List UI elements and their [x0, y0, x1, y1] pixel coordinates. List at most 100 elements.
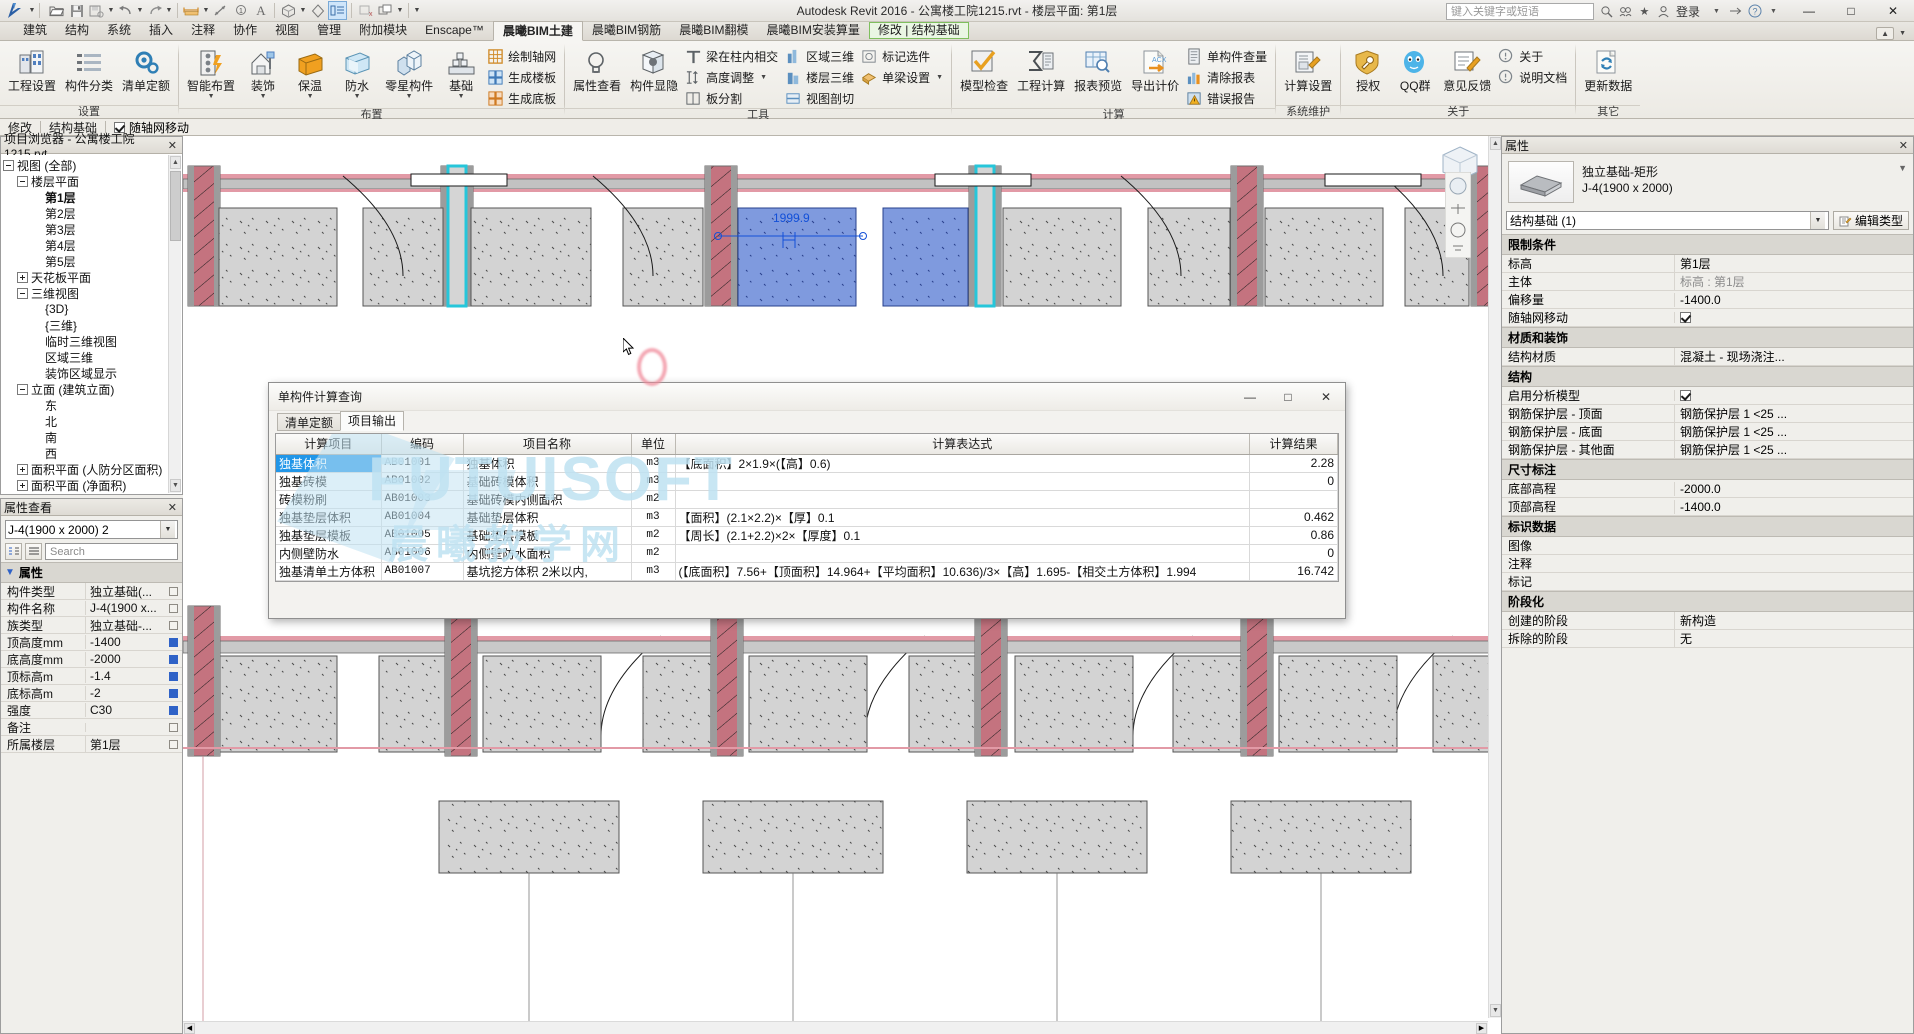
ribbon-tab-5[interactable]: 协作	[224, 21, 266, 40]
save-icon[interactable]	[67, 1, 86, 20]
column-header-5[interactable]: 计算结果	[1250, 434, 1338, 454]
component-property-row[interactable]: 族类型独立基础-...	[1, 617, 182, 634]
ribbon-button-component-classify[interactable]: 构件分类	[61, 45, 117, 93]
dialog-minimize-button[interactable]: —	[1231, 383, 1269, 411]
collapse-node-icon[interactable]	[17, 176, 28, 187]
ribbon-button-misc-component[interactable]: 零星构件▼	[381, 45, 437, 100]
table-row[interactable]: 独基清单土方体积AB01007基坑挖方体积 2米以内,m3(【底面积】7.56+…	[276, 562, 1338, 580]
contextual-tab-modify-structural-foundation[interactable]: 修改 | 结构基础	[869, 22, 969, 39]
parameter-override-icon[interactable]	[169, 672, 178, 681]
cell-unit[interactable]: m2	[631, 490, 675, 508]
ribbon-tab-8[interactable]: 附加模块	[350, 21, 416, 40]
ribbon-button-export-pricing[interactable]: ACX导出计价	[1127, 45, 1183, 93]
chevron-down-icon[interactable]: ▼	[260, 93, 267, 100]
project-browser-tree[interactable]: 视图 (全部)楼层平面第1层第2层第3层第4层第5层天花板平面三维视图{3D}{…	[1, 155, 182, 494]
chevron-down-icon[interactable]: ▼	[936, 74, 943, 81]
cell-item[interactable]: 独基清单土方体积	[276, 562, 381, 580]
cell-code[interactable]: AB01004	[381, 508, 463, 526]
property-row[interactable]: 启用分析模型	[1502, 387, 1913, 405]
collapse-node-icon[interactable]	[17, 288, 28, 299]
tree-item-18[interactable]: 西	[3, 445, 182, 461]
tree-item-7[interactable]: 天花板平面	[3, 269, 182, 285]
component-type-combo[interactable]: J-4(1900 x 2000) 2 ▼	[5, 520, 178, 539]
cell-unit[interactable]: m2	[631, 526, 675, 544]
component-property-row[interactable]: 强度C30	[1, 702, 182, 719]
expand-node-icon[interactable]	[17, 480, 28, 491]
ribbon-button-license[interactable]: 授权	[1345, 45, 1391, 93]
component-property-row[interactable]: 顶标高m-1.4	[1, 668, 182, 685]
parameter-box-icon[interactable]	[169, 604, 178, 613]
scroll-thumb[interactable]	[170, 171, 181, 241]
parameter-override-icon[interactable]	[169, 706, 178, 715]
chevron-down-icon[interactable]: ▼	[406, 93, 413, 100]
ribbon-button-height-adjust[interactable]: 高度调整▼	[683, 67, 782, 87]
property-row[interactable]: 钢筋保护层 - 顶面钢筋保护层 1 <25 ...	[1502, 405, 1913, 423]
ribbon-button-single-beam-setting[interactable]: 单梁设置▼	[859, 67, 947, 87]
parameter-override-icon[interactable]	[169, 638, 178, 647]
scroll-up-arrow-icon[interactable]: ▲	[170, 156, 181, 169]
cell-name[interactable]: 基础砖模内侧面积	[463, 490, 631, 508]
single-component-query-dialog[interactable]: 单构件计算查询 — □ ✕ 清单定额项目输出 FUTUISOFT 晨曦教学网 计…	[268, 382, 1346, 619]
parameter-box-icon[interactable]	[169, 621, 178, 630]
ribbon-tab-1[interactable]: 结构	[56, 21, 98, 40]
property-value-cell[interactable]: 独立基础-...	[85, 617, 182, 634]
calculation-grid-container[interactable]: FUTUISOFT 晨曦教学网 计算项目编码项目名称单位计算表达式计算结果 独基…	[275, 433, 1339, 582]
scroll-left-arrow-icon[interactable]: ◀	[184, 1023, 195, 1034]
cell-name[interactable]: 回填体积	[463, 580, 631, 582]
ribbon-button-project-settings[interactable]: 工程设置	[4, 45, 60, 93]
property-row[interactable]: 钢筋保护层 - 其他面钢筋保护层 1 <25 ...	[1502, 441, 1913, 459]
property-row[interactable]: 顶部高程-1400.0	[1502, 498, 1913, 516]
ribbon-tab-13[interactable]: 晨曦BIM安装算量	[758, 21, 869, 40]
column-header-4[interactable]: 计算表达式	[675, 434, 1250, 454]
property-value-cell[interactable]: 无	[1674, 630, 1913, 647]
collapse-node-icon[interactable]	[17, 384, 28, 395]
property-value-cell[interactable]: 第1层	[85, 736, 182, 753]
cell-expression[interactable]: 【底面积】2×1.9×(【高】0.6)	[675, 454, 1250, 472]
properties-expand-icon[interactable]: ▼	[1898, 161, 1907, 173]
cell-code[interactable]: AB01006	[381, 544, 463, 562]
property-value-cell[interactable]: -1400.0	[1674, 293, 1913, 307]
scroll-down-arrow-icon[interactable]: ▼	[170, 479, 181, 492]
ribbon-button-about[interactable]: 关于	[1496, 46, 1571, 66]
tree-item-11[interactable]: 临时三维视图	[3, 333, 182, 349]
ribbon-tab-6[interactable]: 视图	[266, 21, 308, 40]
property-row[interactable]: 底部高程-2000.0	[1502, 480, 1913, 498]
chevron-down-icon[interactable]: ▼	[307, 93, 314, 100]
parameter-box-icon[interactable]	[169, 740, 178, 749]
cell-name[interactable]: 基础砖模体积	[463, 472, 631, 490]
tree-item-10[interactable]: {三维}	[3, 317, 182, 333]
parameter-override-icon[interactable]	[169, 689, 178, 698]
dialog-close-button[interactable]: ✕	[1307, 383, 1345, 411]
cell-result[interactable]: 0.462	[1250, 508, 1338, 526]
property-row[interactable]: 拆除的阶段无	[1502, 630, 1913, 648]
ribbon-button-beam-in-column[interactable]: 梁在柱内相交	[683, 46, 782, 66]
property-value-cell[interactable]: 标高 : 第1层	[1674, 273, 1913, 290]
cell-item[interactable]: 独基砖模	[276, 472, 381, 490]
table-row[interactable]: 独基砖模AB01002基础砖模体积m30	[276, 472, 1338, 490]
ribbon-button-create-floor[interactable]: 生成楼板	[485, 67, 560, 87]
cell-name[interactable]: 内侧壁防水面积	[463, 544, 631, 562]
component-property-row[interactable]: 构件类型独立基础(...	[1, 583, 182, 600]
property-value-cell[interactable]: -2000	[85, 652, 182, 666]
ribbon-button-insulation[interactable]: 保温▼	[287, 45, 333, 100]
cell-expression[interactable]: 【挖方体积】16.742-【独基体积】2.28-【独基垫层体积】0.462-【柱…	[675, 580, 1250, 582]
save-as-caret-icon[interactable]: ▼	[107, 7, 115, 14]
cell-expression[interactable]	[675, 544, 1250, 562]
ribbon-tab-12[interactable]: 晨曦BIM翻模	[670, 21, 757, 40]
table-row[interactable]: 砖模粉刷AB01003基础砖模内侧面积m2	[276, 490, 1338, 508]
property-value-cell[interactable]: 钢筋保护层 1 <25 ...	[1674, 423, 1913, 440]
user-account-icon[interactable]	[1655, 3, 1672, 20]
cell-result[interactable]: 2.28	[1250, 454, 1338, 472]
property-value-cell[interactable]: -1.4	[85, 669, 182, 683]
component-search-input[interactable]: Search	[45, 543, 178, 560]
save-as-icon[interactable]	[87, 1, 106, 20]
ribbon-tab-10[interactable]: 晨曦BIM土建	[493, 21, 583, 41]
search-input[interactable]: 键入关键字或短语	[1446, 3, 1594, 20]
chevron-down-icon[interactable]: ▼	[160, 521, 175, 538]
property-row[interactable]: 偏移量-1400.0	[1502, 291, 1913, 309]
qat-more-caret-icon[interactable]: ▼	[413, 7, 421, 14]
cell-expression[interactable]	[675, 490, 1250, 508]
cell-item[interactable]: 砖模粉刷	[276, 490, 381, 508]
property-value-cell[interactable]: 新构造	[1674, 612, 1913, 629]
ribbon-button-tag-selection[interactable]: 标记选件	[859, 46, 947, 66]
